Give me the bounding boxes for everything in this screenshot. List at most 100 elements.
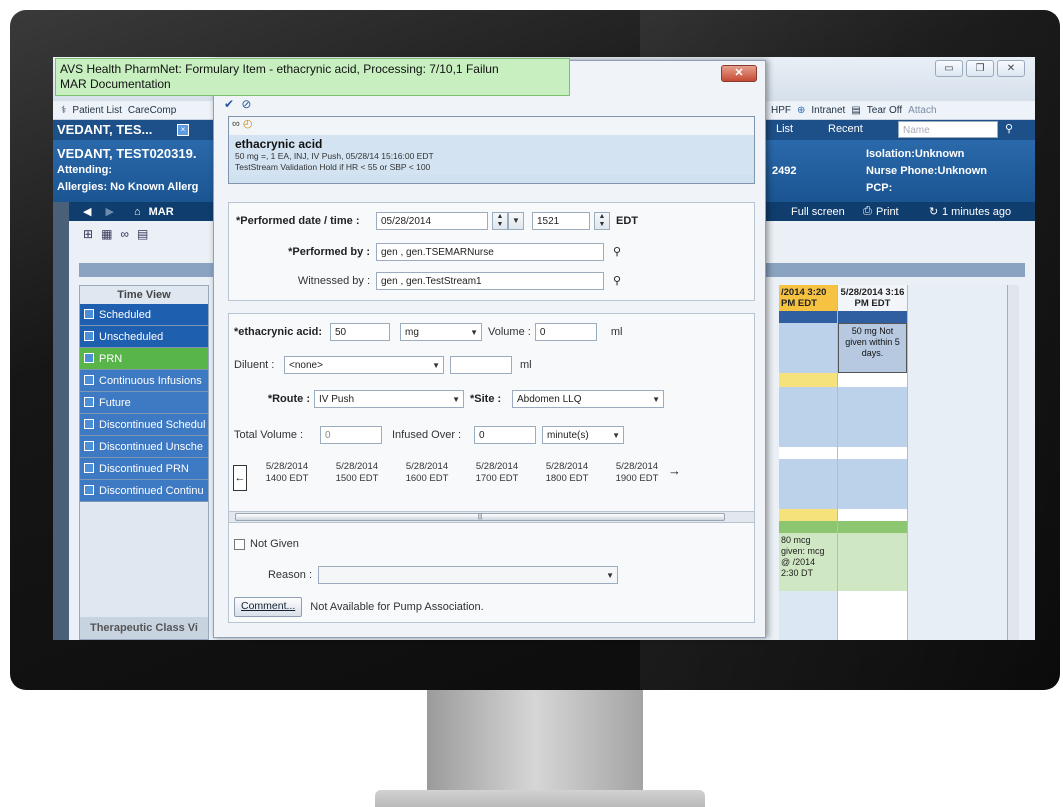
tear-off-button[interactable]: Tear Off: [867, 105, 902, 116]
witnessed-by-search-icon[interactable]: ⚲: [608, 272, 626, 290]
route-select[interactable]: IV Push: [314, 390, 464, 408]
chart-icon[interactable]: ▦: [101, 227, 112, 241]
check-icon[interactable]: ✔: [224, 97, 234, 111]
grid-cell-not-given[interactable]: 50 mg Not given within 5 days.: [838, 323, 907, 373]
timeline-slot[interactable]: 5/28/2014 1600 EDT: [392, 461, 462, 485]
time-view-checkbox[interactable]: [84, 441, 94, 451]
med-clock-icon[interactable]: ◴: [243, 118, 253, 130]
witnessed-by-input[interactable]: gen , gen.TestStream1: [376, 272, 604, 290]
time-view-item[interactable]: Future: [80, 392, 208, 414]
date-dropdown[interactable]: ▼: [508, 212, 524, 230]
forward-icon[interactable]: ▶: [105, 205, 113, 218]
performed-time-input[interactable]: 1521: [532, 212, 590, 230]
timeline-slot[interactable]: 5/28/2014 1400 EDT: [252, 461, 322, 485]
timeline-slot[interactable]: 5/28/2014 1500 EDT: [322, 461, 392, 485]
timeline-slot[interactable]: 5/28/2014 1900 EDT: [602, 461, 672, 485]
timeline-slot-time: 1900 EDT: [615, 473, 659, 484]
dialog-close-button[interactable]: ✕: [721, 65, 757, 82]
report-icon[interactable]: ▤: [137, 227, 148, 241]
time-view-checkbox[interactable]: [84, 309, 94, 319]
home-icon[interactable]: ⌂: [134, 206, 141, 218]
time-view-item[interactable]: Unscheduled: [80, 326, 208, 348]
diluent-label: Diluent :: [234, 359, 275, 371]
time-view-item[interactable]: Discontinued Schedul: [80, 414, 208, 436]
time-view-checkbox[interactable]: [84, 463, 94, 473]
timeline-right-arrow-icon[interactable]: →: [668, 463, 681, 478]
site-select[interactable]: Abdomen LLQ: [512, 390, 664, 408]
search-icon[interactable]: ⚲: [1005, 122, 1013, 135]
binoculars-icon[interactable]: ∞: [232, 118, 240, 130]
infused-over-input[interactable]: 0: [474, 426, 536, 444]
clock-icon[interactable]: ⊘: [241, 97, 251, 111]
performed-by-search-icon[interactable]: ⚲: [608, 243, 626, 261]
timeline-slot[interactable]: 5/28/2014 1800 EDT: [532, 461, 602, 485]
carecompass-button[interactable]: CareComp: [128, 105, 176, 116]
close-window-button[interactable]: ✕: [997, 60, 1025, 77]
full-screen-button[interactable]: Full screen: [791, 206, 845, 218]
timeline-slot-date: 5/28/2014: [265, 461, 309, 472]
document-icon[interactable]: ⊞: [83, 227, 93, 241]
comment-button[interactable]: Comment...: [234, 597, 303, 617]
diluent-volume-input[interactable]: [450, 356, 512, 374]
binoculars-icon[interactable]: ∞: [120, 227, 129, 241]
date-spinner[interactable]: ▲ ▼: [492, 212, 508, 230]
tooltip-line-1: AVS Health PharmNet: Formulary Item - et…: [60, 62, 499, 76]
monitor-stand: [427, 690, 643, 790]
time-view-checkbox[interactable]: [84, 375, 94, 385]
time-view-item[interactable]: Discontinued PRN: [80, 458, 208, 480]
timeline-slot-date: 5/28/2014: [405, 461, 449, 472]
diluent-select[interactable]: <none>: [284, 356, 444, 374]
not-given-checkbox[interactable]: [234, 538, 245, 550]
time-view-checkbox[interactable]: [84, 331, 94, 341]
medication-detail-2: TestStream Validation Hold if HR < 55 or…: [235, 162, 431, 172]
timeline-slot[interactable]: 5/28/2014 1700 EDT: [462, 461, 532, 485]
attach-button[interactable]: Attach: [908, 105, 936, 116]
intranet-icon: ⊕: [797, 104, 806, 116]
medication-detail-1: 50 mg =, 1 EA, INJ, IV Push, 05/28/14 15…: [235, 151, 434, 161]
total-volume-input[interactable]: 0: [320, 426, 382, 444]
pump-association-note: Not Available for Pump Association.: [310, 601, 484, 613]
timeline-scroll-thumb[interactable]: |||: [235, 513, 725, 521]
minimize-button[interactable]: ▭: [935, 60, 963, 77]
time-view-item[interactable]: PRN: [80, 348, 208, 370]
list-button[interactable]: List: [776, 123, 793, 135]
time-view-checkbox[interactable]: [84, 419, 94, 429]
menu-side-tab[interactable]: [53, 202, 69, 640]
refresh-icon[interactable]: ↻: [929, 205, 938, 218]
therapeutic-class-view[interactable]: Therapeutic Class Vi: [80, 617, 208, 639]
patient-tab[interactable]: VEDANT, TES...: [57, 122, 152, 137]
dose-unit-select[interactable]: mg: [400, 323, 482, 341]
time-view-checkbox[interactable]: [84, 397, 94, 407]
reason-select[interactable]: [318, 566, 618, 584]
time-view-item-label: Discontinued Continu: [99, 485, 204, 497]
patient-search-input[interactable]: Name: [898, 121, 998, 138]
performed-date-input[interactable]: 05/28/2014: [376, 212, 488, 230]
back-icon[interactable]: ◀: [83, 205, 91, 218]
time-view-item[interactable]: Discontinued Unsche: [80, 436, 208, 458]
time-view-item[interactable]: Discontinued Continu: [80, 480, 208, 502]
grid-cell-given[interactable]: 80 mcg given: mcg @ /2014 2:30 DT: [779, 533, 837, 591]
grid-vertical-scrollbar[interactable]: [1007, 285, 1019, 640]
performed-by-input[interactable]: gen , gen.TSEMARNurse: [376, 243, 604, 261]
patient-tab-close-icon[interactable]: ×: [177, 124, 189, 136]
timeline-left-arrow-icon[interactable]: ←: [233, 465, 247, 491]
time-view-checkbox[interactable]: [84, 485, 94, 495]
grid-column-3: [907, 285, 1007, 640]
time-spinner[interactable]: ▲ ▼: [594, 212, 610, 230]
volume-input[interactable]: 0: [534, 323, 597, 341]
recent-button[interactable]: Recent: [828, 123, 863, 135]
patient-list-icon: ⚕: [61, 104, 67, 116]
time-view-item[interactable]: Continuous Infusions: [80, 370, 208, 392]
pharmnet-tooltip: AVS Health PharmNet: Formulary Item - et…: [55, 58, 570, 96]
patient-list-button[interactable]: Patient List: [72, 105, 121, 116]
dialog-toolbar-icons: ✔ ⊘: [224, 97, 251, 111]
time-view-item[interactable]: Scheduled: [80, 304, 208, 326]
infused-over-unit-select[interactable]: minute(s): [542, 426, 624, 444]
dose-input[interactable]: 50: [330, 323, 390, 341]
restore-button[interactable]: ❐: [966, 60, 994, 77]
hpf-button[interactable]: HPF: [771, 105, 791, 116]
timeline-scrollbar[interactable]: |||: [228, 511, 755, 523]
print-button[interactable]: Print: [876, 206, 899, 218]
intranet-button[interactable]: Intranet: [811, 105, 845, 116]
time-view-checkbox[interactable]: [84, 353, 94, 363]
